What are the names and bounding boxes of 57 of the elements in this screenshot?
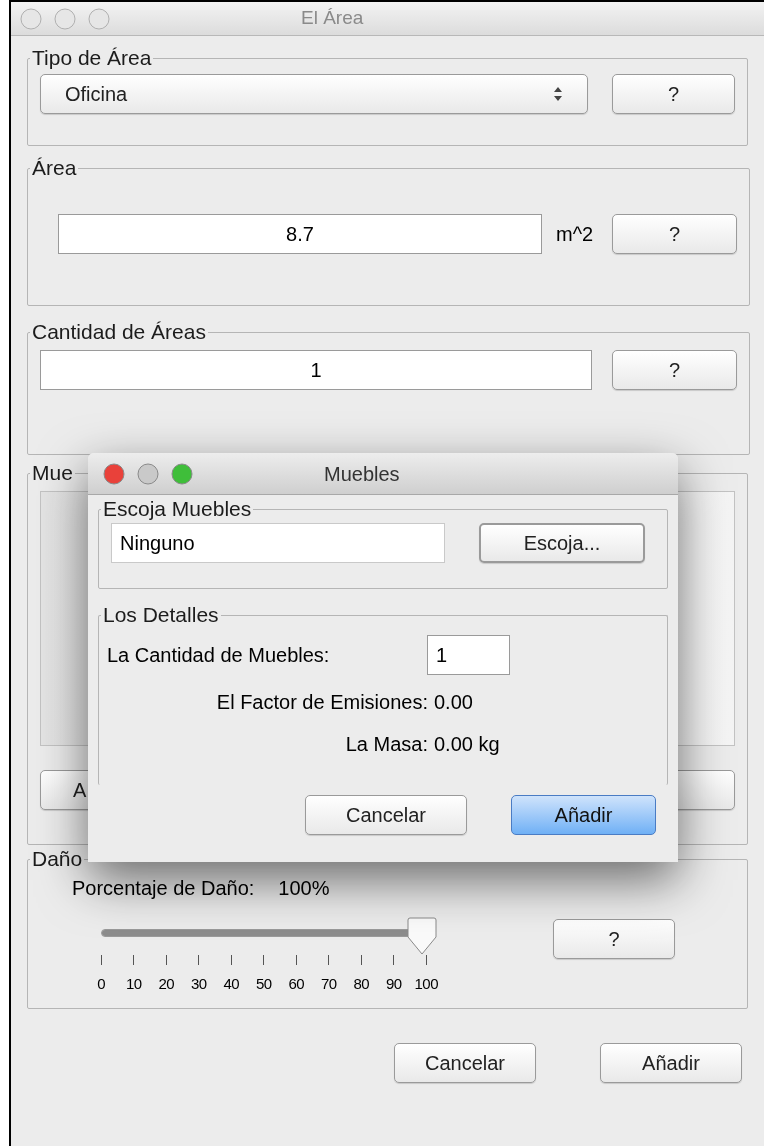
tick-mark <box>198 955 200 965</box>
choose-button[interactable]: Escoja... <box>479 523 645 563</box>
tick-mark <box>100 955 102 965</box>
tick-mark <box>230 955 232 965</box>
detail-value: 0.00 kg <box>434 732 500 757</box>
tick-label: 50 <box>255 974 272 994</box>
cancel-button[interactable]: Cancelar <box>394 1043 536 1083</box>
group-title: Cantidad de Áreas <box>31 320 207 344</box>
group-title: Escoja Muebles <box>102 497 253 521</box>
tick-label: 30 <box>190 974 207 994</box>
tick-label: 40 <box>223 974 240 994</box>
unit-label: m^2 <box>556 222 595 247</box>
add-button[interactable]: Añadir <box>511 795 656 835</box>
help-button[interactable]: ? <box>612 74 735 114</box>
quantity-field[interactable]: 1 <box>427 635 510 675</box>
tick-mark <box>165 955 167 965</box>
tick-label: 90 <box>385 974 402 994</box>
tick-mark <box>393 955 395 965</box>
tick-mark <box>295 955 297 965</box>
damage-reading: 100% <box>278 876 330 901</box>
tick-mark <box>360 955 362 965</box>
furniture-field[interactable]: Ninguno <box>111 523 445 563</box>
up-down-arrows-icon <box>553 86 563 102</box>
area-field[interactable]: 8.7 <box>58 214 542 254</box>
group-title: Los Detalles <box>102 603 220 627</box>
quantity-field[interactable]: 1 <box>40 350 592 390</box>
window-title: Muebles <box>324 461 400 487</box>
window-title: El Área <box>301 6 364 31</box>
detail-label: La Masa: <box>344 732 428 757</box>
tick-mark <box>263 955 265 965</box>
detail-label: El Factor de Emisiones: <box>215 690 428 715</box>
area-type-dropdown[interactable]: Oficina <box>40 74 588 114</box>
window-controls-icon[interactable] <box>19 6 111 31</box>
tick-mark <box>425 955 427 965</box>
quantity-label: La Cantidad de Muebles: <box>107 643 331 668</box>
tick-label: 70 <box>320 974 337 994</box>
tick-label: 80 <box>353 974 370 994</box>
tick-mark <box>328 955 330 965</box>
window-controls-icon[interactable] <box>102 461 194 486</box>
help-button[interactable]: ? <box>612 214 737 254</box>
cancel-button[interactable]: Cancelar <box>305 795 467 835</box>
tick-label: 0 <box>97 974 106 994</box>
tick-label: 60 <box>288 974 305 994</box>
group-title: Área <box>31 156 78 180</box>
tick-mark <box>133 955 135 965</box>
slider-thumb[interactable] <box>407 917 437 955</box>
help-button[interactable]: ? <box>612 350 737 390</box>
group-title: Tipo de Área <box>31 46 153 70</box>
detail-value: 0.00 <box>434 690 473 715</box>
tick-label: 10 <box>125 974 142 994</box>
damage-label: Porcentaje de Daño: <box>72 876 255 901</box>
group-title: Mue <box>31 461 74 485</box>
tick-label: 20 <box>158 974 175 994</box>
group-title: Daño <box>31 847 84 871</box>
add-button[interactable]: Añadir <box>600 1043 742 1083</box>
tick-label: 100 <box>414 974 438 994</box>
help-button[interactable]: ? <box>553 919 675 959</box>
